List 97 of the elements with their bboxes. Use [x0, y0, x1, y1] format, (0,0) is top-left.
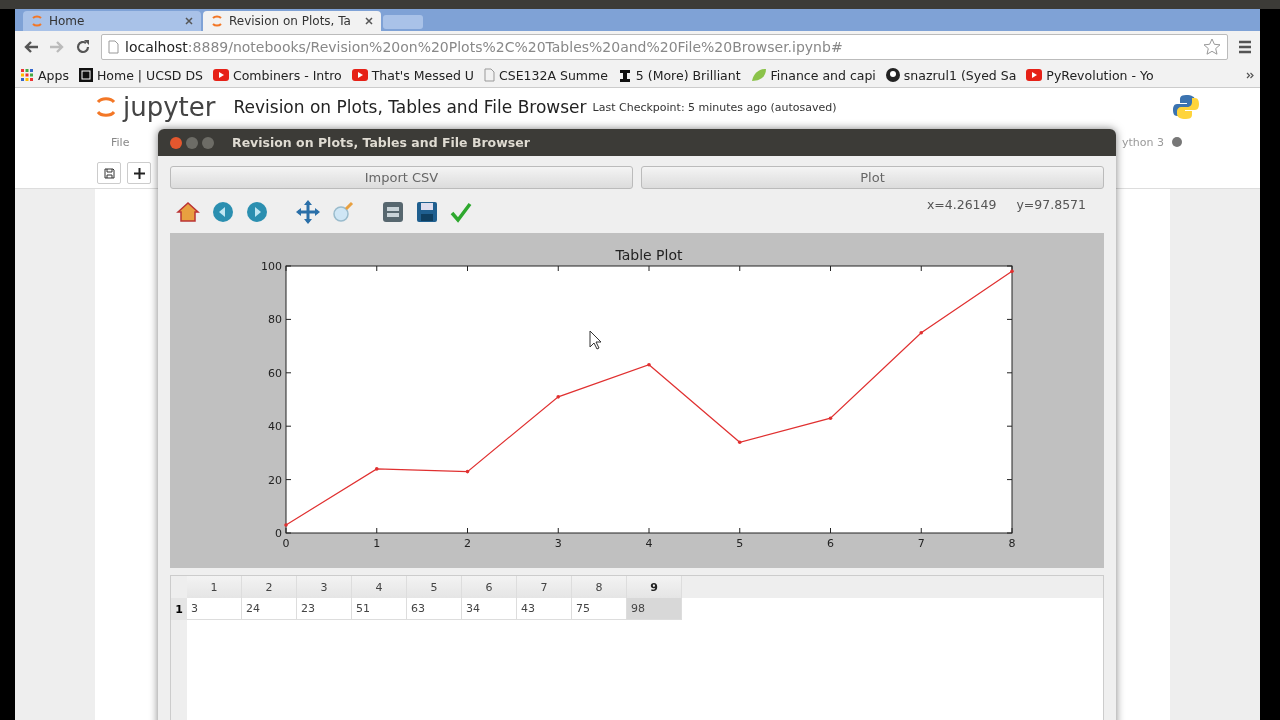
column-header[interactable]: 6 — [462, 576, 517, 598]
star-icon[interactable] — [1203, 38, 1221, 56]
data-point — [284, 523, 288, 527]
cursor-coordinate: x=4.26149 — [926, 196, 997, 212]
action-button[interactable]: Plot — [641, 166, 1104, 189]
sliders-icon[interactable] — [382, 201, 404, 223]
close-icon[interactable] — [185, 17, 193, 25]
menu-icon[interactable] — [1238, 40, 1252, 54]
bookmark-link[interactable]: Finance and capi — [750, 67, 876, 83]
x-tick-label: 0 — [282, 537, 290, 550]
bookmark-link[interactable]: PyRevolution - Yo — [1026, 67, 1154, 83]
pillar-icon — [617, 68, 632, 82]
x-tick-label: 4 — [645, 537, 653, 550]
row-header[interactable]: 1 — [171, 598, 187, 620]
close-icon[interactable] — [365, 17, 373, 25]
bookmark-link[interactable]: 5 (More) Brilliant — [617, 67, 741, 83]
jupyter-logo-icon — [95, 94, 117, 120]
plus-icon — [133, 167, 145, 179]
data-point — [556, 395, 561, 399]
chart-title: Table Plot — [615, 247, 683, 263]
apps-grid-icon — [21, 68, 34, 82]
jupyter-favicon-icon — [31, 14, 43, 28]
jupyter-logo: jupyter — [123, 92, 216, 122]
back-icon[interactable] — [23, 40, 39, 54]
column-header[interactable]: 5 — [407, 576, 462, 598]
pan-icon[interactable] — [296, 200, 320, 224]
table-cell[interactable]: 3 — [187, 598, 242, 620]
data-point — [737, 440, 742, 444]
save-icon — [103, 167, 115, 179]
checkpoint-text: Last Checkpoint: 5 minutes ago (autosaved) — [592, 100, 837, 114]
y-tick-label: 20 — [268, 473, 282, 487]
y-tick-label: 40 — [268, 420, 282, 434]
data-point — [828, 416, 833, 420]
table-cell[interactable]: 51 — [352, 598, 407, 620]
x-tick-label: 6 — [827, 537, 834, 550]
menu-item[interactable]: File — [111, 135, 130, 149]
column-header[interactable]: 2 — [242, 576, 297, 598]
x-tick-label: 5 — [736, 537, 744, 550]
notebook-title[interactable]: Revision on Plots, Tables and File Browser — [233, 97, 587, 117]
browser-tab[interactable]: Home — [23, 11, 201, 31]
y-tick-label: 0 — [275, 527, 282, 540]
page-icon — [108, 40, 119, 54]
x-tick-label: 7 — [917, 537, 925, 550]
table-cell[interactable]: 43 — [517, 598, 572, 620]
close-button[interactable] — [170, 136, 182, 149]
x-tick-label: 8 — [1008, 537, 1016, 550]
mouse-cursor-icon — [589, 330, 602, 350]
table-cell[interactable]: 63 — [407, 598, 462, 620]
save-button[interactable] — [97, 162, 121, 184]
table-cell[interactable]: 24 — [242, 598, 297, 620]
column-header[interactable]: 9 — [627, 576, 682, 598]
column-header[interactable]: 8 — [572, 576, 627, 598]
x-tick-label: 2 — [464, 537, 471, 550]
page-icon — [484, 68, 495, 82]
save-icon[interactable] — [416, 201, 438, 223]
bookmark-link[interactable]: Home | UCSD DS — [78, 67, 203, 83]
y-tick-label: 100 — [261, 260, 282, 273]
window-title: Revision on Plots, Tables and File Browser — [232, 135, 530, 150]
y-tick-label: 60 — [268, 366, 282, 380]
action-button[interactable]: Import CSV — [170, 166, 633, 189]
bookmark-link[interactable]: CSE132A Summe — [484, 67, 608, 83]
kernel-name: ython 3 — [1122, 135, 1164, 149]
cursor-coordinate: y=97.8571 — [1016, 196, 1086, 212]
x-tick-label: 3 — [554, 537, 562, 550]
column-header[interactable]: 3 — [297, 576, 352, 598]
bookmark-link[interactable]: snazrul1 (Syed Sa — [885, 67, 1017, 83]
leaf-icon — [750, 68, 767, 82]
data-point — [374, 467, 379, 471]
checkmark-icon[interactable] — [450, 201, 472, 223]
data-point — [919, 330, 924, 335]
table-cell[interactable]: 98 — [627, 598, 682, 620]
add-button[interactable] — [127, 162, 151, 184]
y-tick-label: 80 — [268, 313, 282, 327]
square-logo-icon — [78, 68, 93, 82]
play-logo-icon — [1026, 69, 1043, 81]
more-bookmarks-icon[interactable] — [1246, 71, 1254, 79]
column-header[interactable]: 1 — [187, 576, 242, 598]
kernel-status-icon — [1172, 137, 1182, 147]
bookmark-link[interactable]: Apps — [21, 67, 69, 83]
reload-icon[interactable] — [75, 39, 91, 55]
data-point — [647, 363, 651, 367]
bookmark-link[interactable]: Combiners - Intro — [213, 67, 342, 83]
play-logo-icon — [351, 69, 368, 81]
table-cell[interactable]: 34 — [462, 598, 517, 620]
column-header[interactable]: 7 — [517, 576, 572, 598]
python-logo-icon — [1172, 93, 1200, 121]
browser-tab[interactable]: Revision on Plots, Ta — [203, 11, 381, 31]
bookmark-link[interactable]: That's Messed U — [351, 67, 474, 83]
address-field[interactable]: localhost:8889/notebooks/Revision%20on%20Plots%2C%20Tables%20and%20File%20Browser.ipynb# — [101, 34, 1228, 60]
jupyter-favicon-icon — [211, 14, 223, 28]
x-tick-label: 1 — [373, 537, 381, 550]
play-logo-icon — [213, 69, 229, 81]
data-point — [1010, 269, 1014, 274]
table-cell[interactable]: 23 — [297, 598, 352, 620]
column-header[interactable]: 4 — [352, 576, 407, 598]
data-point — [465, 469, 470, 474]
home-icon[interactable] — [176, 200, 200, 224]
